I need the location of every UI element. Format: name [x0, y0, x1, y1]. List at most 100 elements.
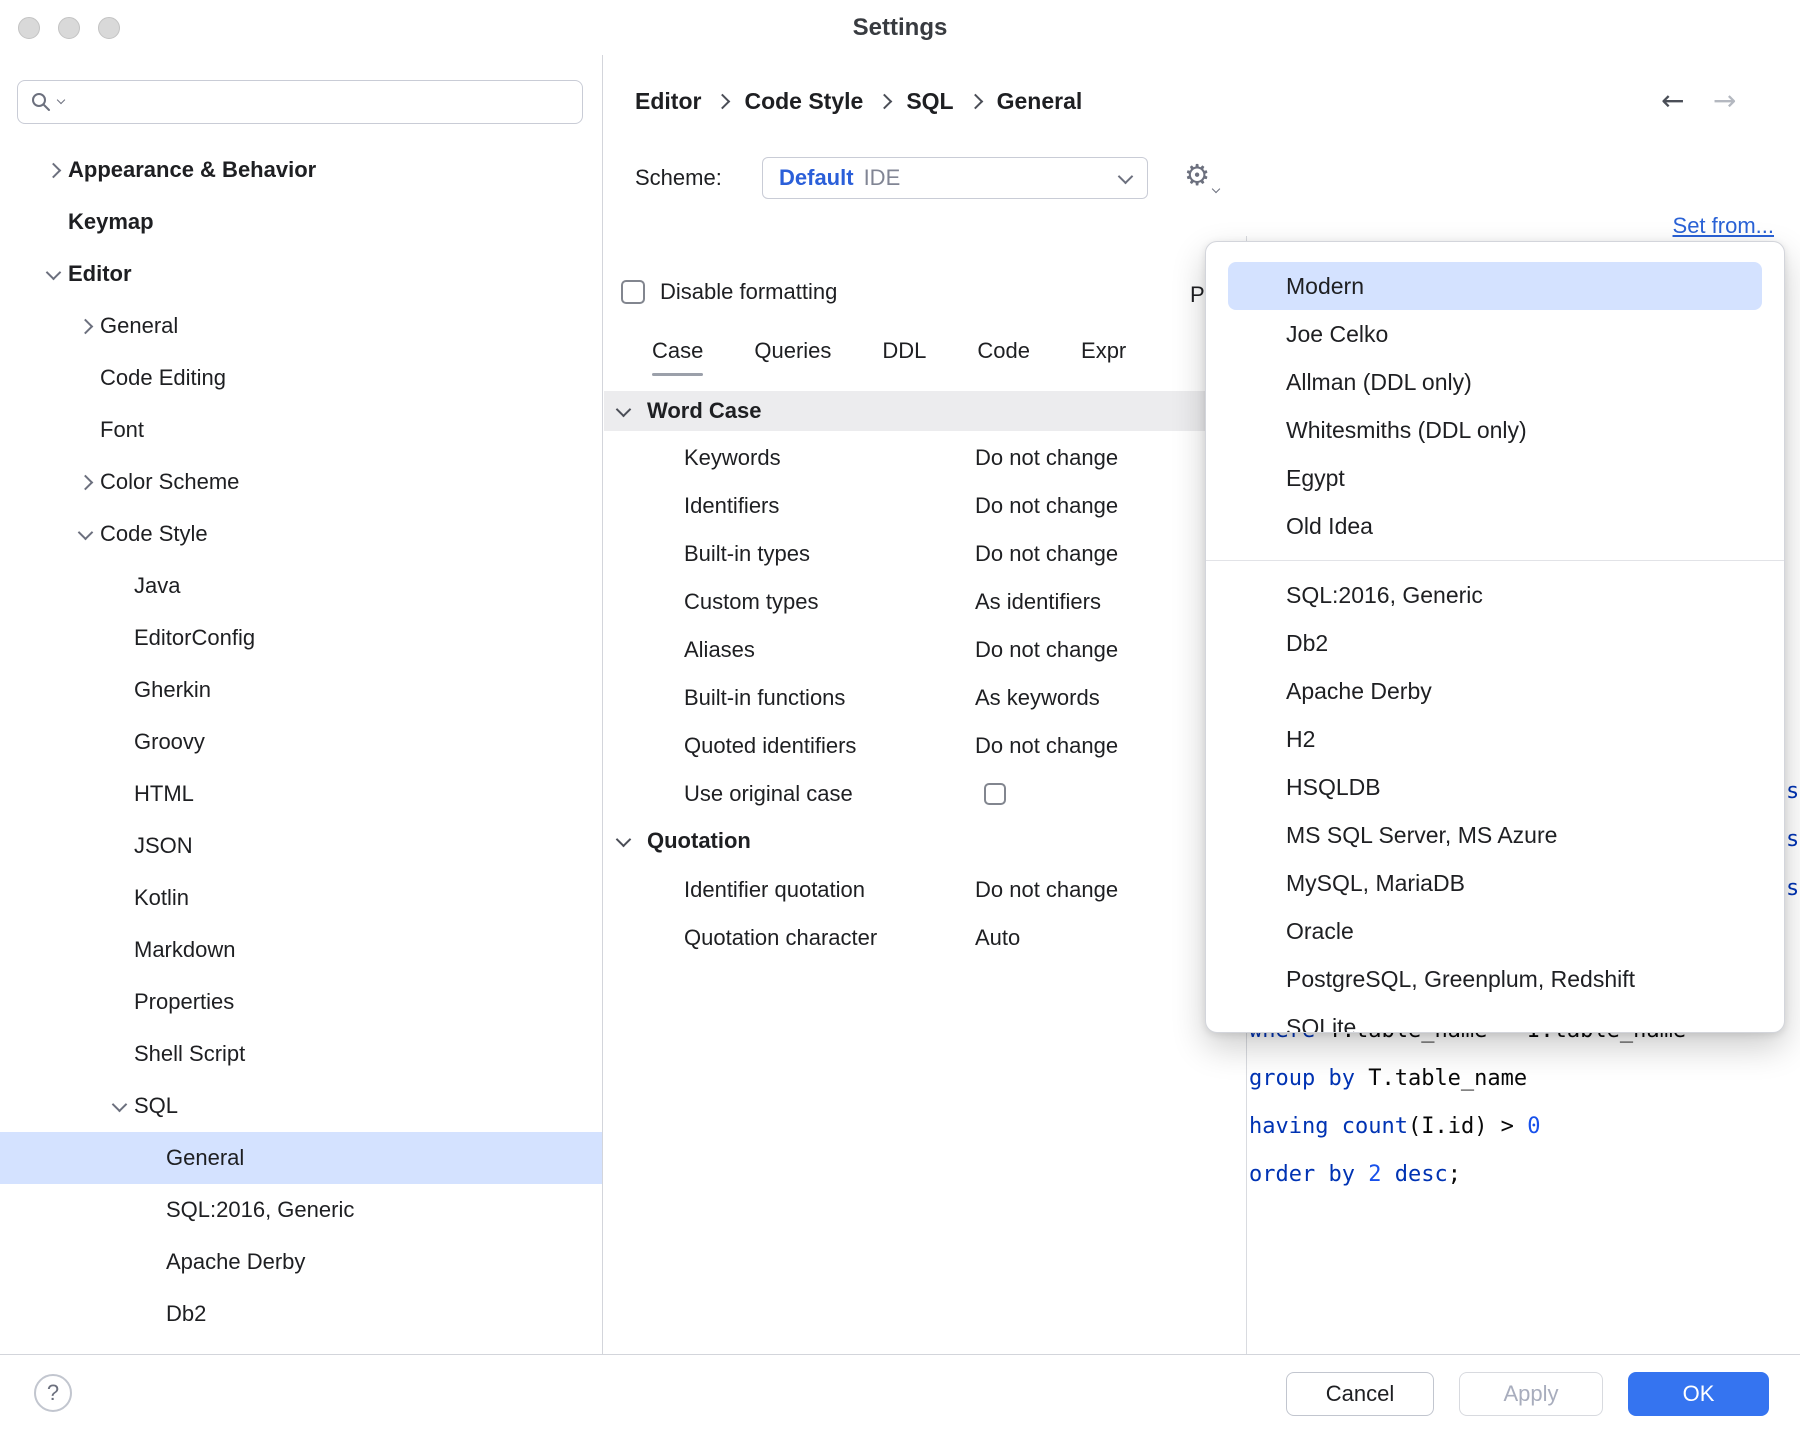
sidebar-item-apache-derby[interactable]: Apache Derby	[0, 1236, 602, 1288]
sidebar-item-label: Code Editing	[100, 365, 226, 391]
settings-tree: Appearance & BehaviorKeymap Editor General…	[0, 144, 602, 1340]
set-from-link[interactable]: Set from...	[1673, 213, 1774, 239]
code-edge-fragment: s	[1786, 876, 1799, 901]
setting-row-custom-types: Custom typesAs identifiers	[604, 578, 1246, 626]
sidebar-item-markdown[interactable]: Markdown	[0, 924, 602, 976]
disable-formatting-checkbox[interactable]	[621, 280, 645, 304]
sidebar-item-font[interactable]: Font	[0, 404, 602, 456]
section-word-case-header[interactable]: Word Case	[604, 391, 1246, 431]
menu-item-db2[interactable]: Db2	[1228, 619, 1762, 667]
ok-button[interactable]: OK	[1628, 1372, 1769, 1416]
sidebar-item-label: Apache Derby	[166, 1249, 305, 1275]
sidebar-item-sql[interactable]: SQL	[0, 1080, 602, 1132]
cancel-button[interactable]: Cancel	[1286, 1372, 1434, 1416]
breadcrumb-separator-icon	[877, 94, 893, 110]
setting-row-identifier-quotation: Identifier quotation Do not change	[604, 866, 1246, 914]
sidebar-item-general[interactable]: General	[0, 300, 602, 352]
settings-search-input[interactable]	[70, 89, 570, 115]
breadcrumb-item-general[interactable]: General	[997, 88, 1083, 115]
tab-case[interactable]: Case	[652, 338, 703, 376]
menu-item-hsqldb[interactable]: HSQLDB	[1228, 763, 1762, 811]
value-dropdown-identifiers[interactable]: Do not change	[975, 493, 1118, 519]
breadcrumb-item-sql[interactable]: SQL	[906, 88, 953, 115]
menu-item-modern[interactable]: Modern	[1228, 262, 1762, 310]
forward-arrow-icon[interactable]: →	[1713, 84, 1736, 117]
value-dropdown-built-in-types[interactable]: Do not change	[975, 541, 1118, 567]
breadcrumb-item-code-style[interactable]: Code Style	[744, 88, 863, 115]
value-dropdown-quoted-identifiers[interactable]: Do not change	[975, 733, 1118, 759]
breadcrumb-item-editor[interactable]: Editor	[635, 88, 701, 115]
sidebar-item-db2[interactable]: Db2	[0, 1288, 602, 1340]
settings-search-box[interactable]	[17, 80, 583, 124]
search-options-chevron-icon[interactable]	[57, 96, 65, 104]
footer: ? Cancel Apply OK	[0, 1354, 1800, 1432]
menu-item-old-idea[interactable]: Old Idea	[1228, 502, 1762, 550]
sidebar-item-appearance-behavior[interactable]: Appearance & Behavior	[0, 144, 602, 196]
menu-item-h2[interactable]: H2	[1228, 715, 1762, 763]
sidebar-item-kotlin[interactable]: Kotlin	[0, 872, 602, 924]
tab-code[interactable]: Code	[977, 338, 1030, 376]
back-arrow-icon[interactable]: ←	[1661, 84, 1684, 117]
sidebar-item-general[interactable]: General	[0, 1132, 602, 1184]
menu-item-whitesmiths-ddl-only[interactable]: Whitesmiths (DDL only)	[1228, 406, 1762, 454]
menu-item-allman-ddl-only[interactable]: Allman (DDL only)	[1228, 358, 1762, 406]
menu-item-postgresql-greenplum-redshift[interactable]: PostgreSQL, Greenplum, Redshift	[1228, 955, 1762, 1003]
menu-item-joe-celko[interactable]: Joe Celko	[1228, 310, 1762, 358]
code-line: group by T.table_name	[1249, 1055, 1686, 1103]
value-dropdown-built-in-functions[interactable]: As keywords	[975, 685, 1100, 711]
sidebar-item-sql-2016-generic[interactable]: SQL:2016, Generic	[0, 1184, 602, 1236]
setting-label: Identifier quotation	[684, 877, 865, 903]
tab-queries[interactable]: Queries	[754, 338, 831, 376]
value-dropdown-keywords[interactable]: Do not change	[975, 445, 1118, 471]
menu-item-apache-derby[interactable]: Apache Derby	[1228, 667, 1762, 715]
sidebar-item-properties[interactable]: Properties	[0, 976, 602, 1028]
window-title: Settings	[0, 0, 1800, 55]
sidebar-item-label: Font	[100, 417, 144, 443]
chevron-down-icon	[1118, 168, 1134, 184]
setting-label: Keywords	[684, 445, 781, 471]
sidebar-item-label: EditorConfig	[134, 625, 255, 651]
tab-ddl[interactable]: DDL	[882, 338, 926, 376]
menu-item-oracle[interactable]: Oracle	[1228, 907, 1762, 955]
setting-row-quoted-identifiers: Quoted identifiers Do not change	[604, 722, 1246, 770]
setting-label: Quoted identifiers	[684, 733, 856, 759]
help-button[interactable]: ?	[34, 1374, 72, 1412]
menu-item-mysql-mariadb[interactable]: MySQL, MariaDB	[1228, 859, 1762, 907]
menu-item-ms-sql-server-ms-azure[interactable]: MS SQL Server, MS Azure	[1228, 811, 1762, 859]
apply-button[interactable]: Apply	[1459, 1372, 1603, 1416]
sidebar-item-editor[interactable]: Editor	[0, 248, 602, 300]
tab-expr[interactable]: Expr	[1081, 338, 1126, 376]
sidebar-item-gherkin[interactable]: Gherkin	[0, 664, 602, 716]
scheme-tag: IDE	[864, 165, 901, 191]
preview-code: where T.table_name = I.table_namegroup b…	[1249, 1007, 1686, 1199]
sidebar-item-label: JSON	[134, 833, 193, 859]
scheme-actions-button[interactable]: ⚙	[1184, 158, 1219, 192]
sidebar-item-code-style[interactable]: Code Style	[0, 508, 602, 560]
menu-item-sql-2016-generic[interactable]: SQL:2016, Generic	[1228, 571, 1762, 619]
disable-formatting-label: Disable formatting	[660, 279, 837, 305]
sidebar-item-java[interactable]: Java	[0, 560, 602, 612]
sidebar-item-color-scheme[interactable]: Color Scheme	[0, 456, 602, 508]
sidebar-item-editorconfig[interactable]: EditorConfig	[0, 612, 602, 664]
sidebar-item-json[interactable]: JSON	[0, 820, 602, 872]
sidebar-item-label: Db2	[166, 1301, 206, 1327]
menu-item-sqlite[interactable]: SQLite	[1228, 1003, 1762, 1033]
sidebar-item-groovy[interactable]: Groovy	[0, 716, 602, 768]
value-dropdown-identifier-quotation[interactable]: Do not change	[975, 877, 1118, 903]
value-dropdown-aliases[interactable]: Do not change	[975, 637, 1118, 663]
sidebar-item-shell-script[interactable]: Shell Script	[0, 1028, 602, 1080]
menu-item-egypt[interactable]: Egypt	[1228, 454, 1762, 502]
chevron-right-icon	[70, 477, 100, 488]
value-dropdown-custom-types[interactable]: As identifiers	[975, 589, 1101, 615]
code-edge-fragment: s	[1786, 779, 1799, 804]
value-dropdown-quotation-character[interactable]: Auto	[975, 925, 1020, 951]
sidebar-item-html[interactable]: HTML	[0, 768, 602, 820]
setting-label: Aliases	[684, 637, 755, 663]
sidebar-item-keymap[interactable]: Keymap	[0, 196, 602, 248]
sidebar-item-code-editing[interactable]: Code Editing	[0, 352, 602, 404]
sidebar-item-label: Editor	[68, 261, 132, 287]
section-quotation-header[interactable]: Quotation	[604, 823, 751, 859]
checkbox-use-original-case[interactable]	[984, 783, 1006, 805]
scheme-select[interactable]: Default IDE	[762, 157, 1148, 199]
collapse-chevron-icon	[616, 401, 632, 417]
